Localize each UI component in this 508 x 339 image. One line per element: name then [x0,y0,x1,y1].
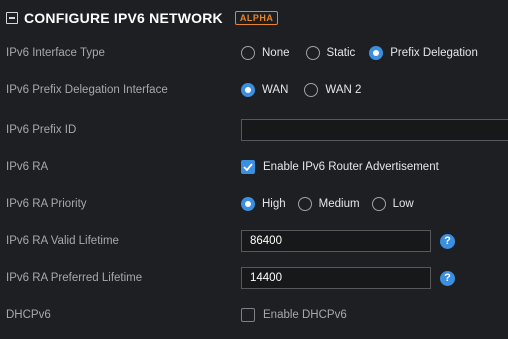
radio-high[interactable]: High [241,197,288,211]
ra-preferred-lifetime-label: IPv6 RA Preferred Lifetime [6,272,143,284]
ra-row: IPv6 RA Enable IPv6 Router Advertisement [0,152,508,182]
radio-prefix-delegation[interactable]: Prefix Delegation [369,46,480,60]
radio-wan2-circle[interactable] [304,83,319,97]
dhcpv6-checkbox-label[interactable]: Enable DHCPv6 [263,309,347,321]
radio-low-circle[interactable] [371,197,386,211]
ra-priority-label: IPv6 RA Priority [6,198,87,210]
radio-wan-label[interactable]: WAN [262,84,288,96]
ra-checkbox[interactable] [241,160,255,174]
dhcpv6-checkbox[interactable] [241,308,255,322]
radio-prefix-delegation-circle[interactable] [369,46,384,60]
prefix-id-input[interactable] [241,119,508,141]
radio-high-label[interactable]: High [262,198,286,210]
ra-controls: Enable IPv6 Router Advertisement [241,160,439,174]
radio-none-circle[interactable] [241,46,255,60]
dhcpv6-row: DHCPv6 Enable DHCPv6 [0,300,508,330]
prefix-id-label: IPv6 Prefix ID [6,124,77,136]
alpha-badge: ALPHA [234,11,279,25]
collapse-icon[interactable] [6,12,18,24]
radio-high-circle[interactable] [241,197,255,211]
help-icon[interactable]: ? [440,270,455,286]
prefix-id-controls [241,119,508,141]
ra-priority-row: IPv6 RA Priority High Medium Low [0,189,508,219]
ra-preferred-lifetime-input[interactable]: 14400 [241,267,431,289]
ra-valid-lifetime-label: IPv6 RA Valid Lifetime [6,235,119,247]
radio-low[interactable]: Low [371,197,416,211]
ra-label: IPv6 RA [6,161,49,173]
ra-valid-lifetime-input[interactable]: 86400 [241,230,431,252]
radio-none-label[interactable]: None [262,47,290,59]
interface-type-radio-group: None Static Prefix Delegation [241,46,486,60]
radio-wan[interactable]: WAN [241,83,290,97]
pd-interface-radio-group: WAN WAN 2 [241,83,369,97]
radio-wan-circle[interactable] [241,83,255,97]
ra-preferred-lifetime-controls: 14400 ? [241,267,455,289]
dhcpv6-controls: Enable DHCPv6 [241,308,347,322]
ra-valid-lifetime-row: IPv6 RA Valid Lifetime 86400 ? [0,226,508,256]
dhcpv6-label: DHCPv6 [6,309,51,321]
radio-none[interactable]: None [241,46,292,60]
ra-priority-radio-group: High Medium Low [241,197,422,211]
radio-static-circle[interactable] [305,46,320,60]
prefix-id-row: IPv6 Prefix ID [0,115,508,145]
pd-interface-row: IPv6 Prefix Delegation Interface WAN WAN… [0,75,508,105]
interface-type-label: IPv6 Interface Type [6,47,105,59]
checkmark-icon [243,163,253,171]
radio-low-label[interactable]: Low [393,198,414,210]
section-header: CONFIGURE IPV6 NETWORK ALPHA [6,8,279,28]
section-title: CONFIGURE IPV6 NETWORK [24,10,223,26]
radio-medium[interactable]: Medium [297,197,362,211]
help-icon[interactable]: ? [440,233,455,249]
radio-static-label[interactable]: Static [327,47,356,59]
radio-wan2-label[interactable]: WAN 2 [325,84,361,96]
radio-medium-circle[interactable] [297,197,312,211]
radio-static[interactable]: Static [305,46,358,60]
ra-preferred-lifetime-row: IPv6 RA Preferred Lifetime 14400 ? [0,263,508,293]
radio-prefix-delegation-label[interactable]: Prefix Delegation [390,47,478,59]
pd-interface-label: IPv6 Prefix Delegation Interface [6,84,168,96]
interface-type-row: IPv6 Interface Type None Static Prefix D… [0,38,508,68]
radio-medium-label[interactable]: Medium [319,198,360,210]
radio-wan2[interactable]: WAN 2 [304,83,363,97]
ra-valid-lifetime-controls: 86400 ? [241,230,455,252]
ra-checkbox-label[interactable]: Enable IPv6 Router Advertisement [263,161,439,173]
